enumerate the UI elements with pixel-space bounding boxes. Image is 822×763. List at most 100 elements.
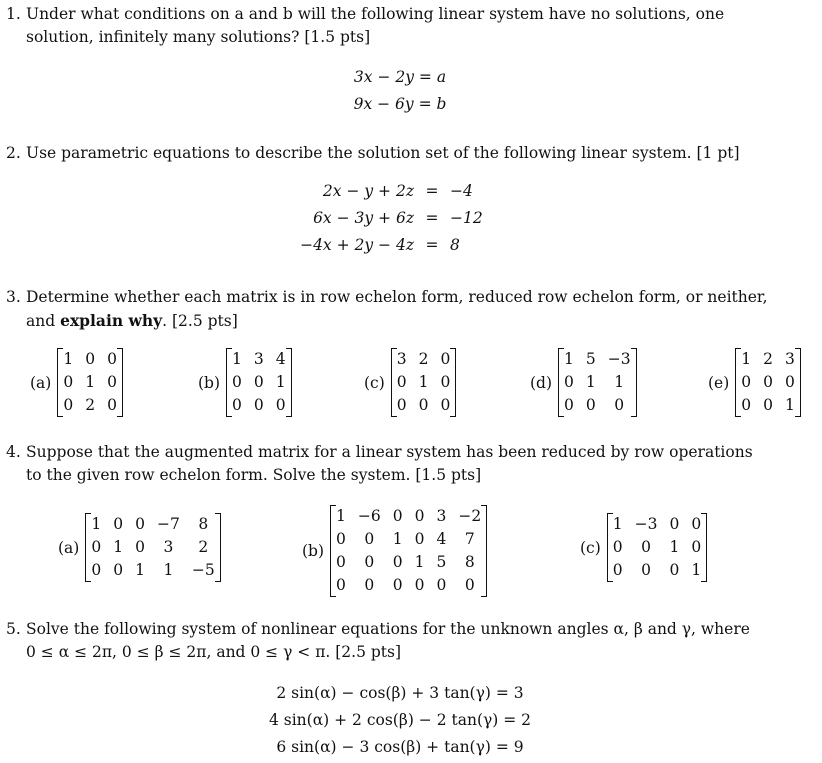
- matrix-brackets: 1 −6 0 0 3 −2 0 0 1 0 4 7 0 0 0 1 5 8 0 0 0 0 0 0: [330, 505, 488, 597]
- matrix: (e) 1 2 3 0 0 0 0 0 1: [708, 348, 801, 417]
- matrix-cell: 1: [564, 350, 574, 368]
- matrix: (a) 1 0 0 −7 8 0 1 0 3 2 0 0 1 1 −5: [58, 513, 222, 582]
- matrix-brackets: 320010000: [390, 348, 457, 417]
- matrix-cell: 0: [107, 396, 117, 414]
- matrix-row: 001: [230, 371, 288, 394]
- matrix-label: (a): [58, 538, 80, 557]
- matrix-cell: 0: [107, 373, 117, 391]
- matrix-cell: 0: [614, 396, 625, 414]
- matrix-row: 001: [739, 394, 797, 417]
- matrix-cell: 0: [392, 507, 403, 525]
- matrix-cell: 0: [396, 396, 407, 414]
- matrix-cell: 0: [232, 373, 242, 391]
- matrix-cell: 0: [91, 538, 102, 556]
- matrix-cell: 7: [464, 530, 475, 548]
- matrix-cell: 0: [336, 530, 346, 548]
- matrix-cell: 1: [163, 561, 174, 579]
- matrix-cell: 2: [763, 350, 774, 368]
- matrix-label: (d): [530, 373, 553, 392]
- matrix-cell: 1: [113, 538, 124, 556]
- matrix-cell: 0: [232, 396, 242, 414]
- matrix-cell: 1: [232, 350, 242, 368]
- matrix-cell: 0: [253, 396, 264, 414]
- matrix-cell: 0: [440, 396, 451, 414]
- question-2: 2. Use parametric equations to describe …: [6, 142, 806, 165]
- matrix-row: 0001: [611, 559, 703, 582]
- matrix-row: 010: [395, 371, 453, 394]
- matrix-cell: 1: [612, 515, 623, 533]
- matrix-label: (b): [302, 542, 325, 560]
- question-number: 1.: [6, 5, 21, 23]
- matrix-cell: −6: [357, 507, 381, 525]
- matrix-cell: 1: [691, 561, 702, 579]
- matrix-cell: 0: [564, 396, 574, 414]
- question-text: Under what conditions on a and b will th…: [26, 5, 725, 46]
- matrix-cell: −5: [191, 561, 215, 579]
- matrix-cell: 0: [63, 396, 74, 414]
- matrix-cell: −3: [607, 350, 631, 368]
- matrix-cell: 0: [364, 530, 375, 548]
- question-number: 4.: [6, 443, 21, 461]
- equation: 6x − 3y + 6z = −12: [313, 209, 483, 227]
- matrix-cell: 0: [336, 553, 346, 571]
- matrix-cell: 1: [85, 373, 96, 391]
- matrix-brackets: 1 5 −3 0 1 1 0 0 0: [558, 348, 637, 417]
- matrix-cell: 0: [253, 373, 264, 391]
- matrix-cell: 0: [564, 373, 574, 391]
- matrix-cell: 3: [396, 350, 407, 368]
- matrix-cell: 0: [113, 515, 124, 533]
- matrix-cell: 0: [414, 530, 425, 548]
- matrix-cell: 2: [418, 350, 429, 368]
- matrix-cell: 0: [85, 350, 96, 368]
- matrix-cell: 1: [585, 373, 596, 391]
- question-4: 4. Suppose that the augmented matrix for…: [6, 441, 806, 487]
- matrix-cell: 1: [414, 553, 425, 571]
- matrix-row: 1 0 0 −7 8: [89, 513, 216, 536]
- equation: 2 sin(α) − cos(β) + 3 tan(γ) = 3: [276, 684, 524, 702]
- matrix-row: 1 −6 0 0 3 −2: [334, 505, 483, 528]
- equation-system-2: 2x − y + 2z = −4 6x − 3y + 6z = −12 −4x …: [296, 178, 483, 259]
- matrix-cell: −3: [634, 515, 658, 533]
- matrix-cell: 0: [364, 553, 375, 571]
- matrix-cell: 1: [741, 350, 752, 368]
- matrix-row: 010: [61, 371, 119, 394]
- matrix-cell: 0: [414, 507, 425, 525]
- matrix-cell: 8: [198, 515, 209, 533]
- question-number: 2.: [6, 144, 21, 162]
- matrix-brackets: 100010020: [57, 348, 123, 417]
- matrix-brackets: 1 0 0 −7 8 0 1 0 3 2 0 0 1 1 −5: [85, 513, 222, 582]
- matrix-cell: 8: [464, 553, 475, 571]
- matrix-cell: 1: [91, 515, 102, 533]
- matrix-cell: 0: [691, 515, 702, 533]
- matrix-cell: 0: [691, 538, 702, 556]
- equation: 9x − 6y = b: [353, 95, 447, 113]
- matrix: (b) 1 −6 0 0 3 −2 0 0 1 0 4 7 0 0 0 1 5 8 0 0 0 0 0 0: [302, 505, 488, 597]
- equation: 6 sin(α) − 3 cos(β) + tan(γ) = 9: [276, 738, 524, 756]
- matrix-cell: 4: [275, 350, 286, 368]
- matrix-label: (a): [30, 373, 52, 392]
- matrix: (c) 3 2 0 0 1 0 0 0 0: [364, 348, 457, 417]
- question-text: Solve the following system of nonlinear …: [26, 620, 750, 661]
- matrix-cell: 0: [641, 561, 652, 579]
- matrix-row: 000: [230, 394, 288, 417]
- matrix-row: 000: [562, 394, 633, 417]
- matrix-cell: 2: [85, 396, 96, 414]
- matrix-cell: −2: [458, 507, 482, 525]
- matrix-row: 011: [562, 371, 633, 394]
- matrix-row: 1 −3 0 0: [611, 513, 703, 536]
- matrix-row: 0010: [611, 536, 703, 559]
- matrix-row: 020: [61, 394, 119, 417]
- matrix-cell: 0: [763, 373, 774, 391]
- matrix-cell: 0: [464, 576, 475, 594]
- matrix: (c) 1 −3 0 0 0 0 1 0 0 0 0 1: [580, 513, 708, 582]
- equation: 2x − y + 2z = −4: [322, 182, 473, 200]
- matrix-row: 000000: [334, 574, 483, 597]
- matrix-cell: 0: [364, 576, 375, 594]
- matrix-cell: 0: [113, 561, 124, 579]
- matrix-cell: 0: [741, 396, 752, 414]
- matrix-cell: 4: [436, 530, 447, 548]
- matrix-cell: 1: [785, 396, 795, 414]
- matrix-cell: 0: [741, 373, 752, 391]
- matrix-cell: 0: [91, 561, 102, 579]
- matrix-row: 134: [230, 348, 288, 371]
